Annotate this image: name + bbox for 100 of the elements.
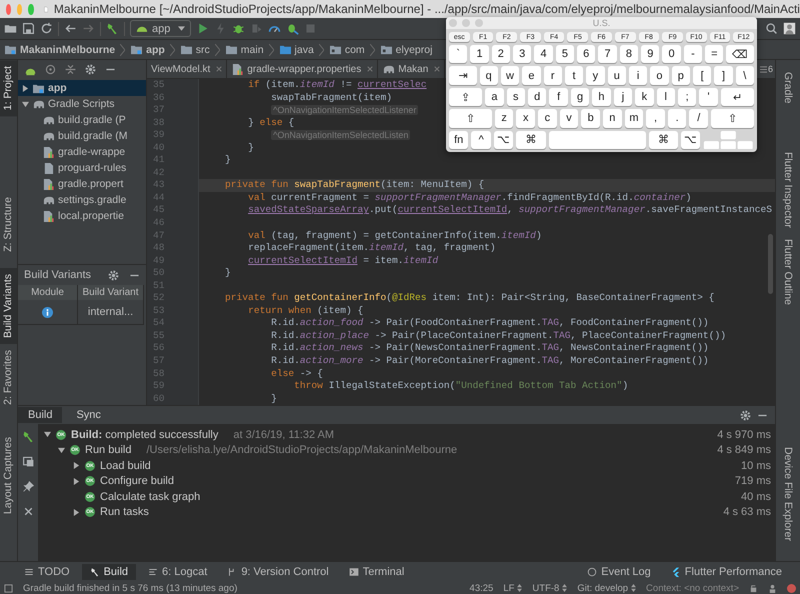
collapse-arrow-icon[interactable] [22,100,29,108]
keyboard-key[interactable]: 7 [598,45,617,64]
expand-arrow-icon[interactable] [73,462,80,470]
editor-tab[interactable]: Makan [378,60,446,78]
keyboard-key[interactable]: ] [714,66,733,85]
collapse-arrow-icon[interactable] [58,446,65,454]
build-step[interactable]: Run build [85,444,132,456]
breadcrumb[interactable]: main [240,44,264,56]
keyboard-key[interactable]: s [506,88,526,106]
collapse-arrow-icon[interactable] [44,431,51,438]
pin-icon[interactable] [22,480,34,493]
tree-row[interactable]: gradle.propert [18,176,146,192]
keyboard-key[interactable]: [ [692,66,712,85]
keyboard-key[interactable]: ⌘ [516,130,546,150]
tree-row[interactable]: build.gradle (M [18,128,146,144]
collapse-all-icon[interactable] [64,62,77,76]
keyboard-key[interactable]: q [480,66,498,85]
build-step[interactable]: Build: completed successfully [71,428,218,441]
keyboard-key[interactable]: 0 [662,45,681,64]
build-step[interactable]: Run tasks [100,506,149,518]
tool-window-tab[interactable]: 1: Project [0,60,17,116]
keyboard-key[interactable]: ⌫ [726,45,754,64]
keyboard-key[interactable]: \ [736,66,754,85]
keyboard-key[interactable]: 1 [470,45,489,64]
breadcrumb[interactable]: elyeproj [396,44,432,56]
keyboard-key[interactable]: d [528,88,546,106]
keyboard-key[interactable]: g [570,88,590,106]
tool-window-tab[interactable]: Device File Explorer [780,441,796,548]
branch-dropdown[interactable]: Git: develop [577,582,636,594]
tool-window-tab[interactable]: Layout Captures [0,431,17,520]
inspector-icon[interactable] [768,584,777,592]
breadcrumb[interactable]: java [294,44,314,56]
keyboard-key[interactable]: ⌥ [680,130,700,150]
tree-item[interactable]: settings.gradle [58,194,126,206]
keyboard-key[interactable]: 2 [492,45,510,64]
settings-icon[interactable] [84,62,97,76]
expand-arrow-icon[interactable] [22,84,29,92]
panel-tab[interactable]: Build [18,407,62,423]
tool-window-tab[interactable]: 2: Favorites [0,344,17,412]
close-button[interactable] [6,4,12,14]
tree-row[interactable]: build.gradle (P [18,112,146,128]
expand-arrow-icon[interactable] [73,478,80,485]
close-icon[interactable] [434,66,440,72]
panel-toggle-icon[interactable] [4,584,13,592]
breadcrumb[interactable]: MakaninMelbourne [20,44,116,56]
keyboard-key[interactable]: 9 [641,45,660,64]
tree-row[interactable]: proguard-rules [18,160,146,176]
keyboard-key[interactable]: e [522,66,541,85]
keyboard-key[interactable]: ; [678,88,696,106]
keyboard-key[interactable]: c [538,109,557,128]
keyboard-key[interactable]: z [494,109,514,128]
bug-icon[interactable] [286,22,300,35]
keyboard-key[interactable]: ' [699,88,718,106]
tab-count[interactable]: 6 [768,64,773,74]
breadcrumb[interactable]: com [344,44,365,56]
build-step[interactable]: Configure build [100,475,174,488]
tree-row[interactable]: settings.gradle [18,192,146,208]
keyboard-key[interactable]: 6 [577,45,596,64]
keyboard-key[interactable]: / [689,109,708,128]
keyboard-key[interactable]: w [500,66,520,85]
tool-window-button[interactable]: 9: Version Control [219,564,337,580]
tool-window-tab[interactable]: Build Variants [0,268,17,344]
target-icon[interactable] [44,62,57,76]
keyboard-key[interactable]: n [602,109,622,128]
tree-row[interactable]: gradle-wrappe [18,144,146,160]
keyboard-key[interactable]: ⌥ [494,130,514,150]
close-icon[interactable] [367,66,374,72]
scrollbar[interactable] [768,234,773,294]
keyboard-key[interactable]: - [684,45,702,64]
keyboard-key[interactable]: f [549,88,568,106]
breadcrumb[interactable]: src [196,44,210,56]
tree-item[interactable]: gradle-wrappe [58,146,126,158]
tool-window-tab[interactable]: Gradle [780,66,796,110]
keyboard-key[interactable]: fn [449,130,468,150]
lock-icon[interactable] [749,584,758,592]
tool-window-button[interactable]: Flutter Performance [662,564,790,580]
keyboard-key[interactable]: , [646,109,665,128]
back-arrow-icon[interactable] [64,22,77,35]
error-icon[interactable] [787,584,796,592]
keyboard-key[interactable]: ⇪ [449,88,482,106]
tool-window-button[interactable]: 6: Logcat [140,564,216,580]
table-cell[interactable]: internal... [78,300,144,325]
tool-window-button[interactable]: Event Log [579,564,659,580]
keyboard-key[interactable]: ⇧ [711,109,754,128]
tool-window-button[interactable]: Build [82,564,136,580]
build-step[interactable]: Calculate task graph [100,490,200,503]
keyboard-key[interactable]: y [586,66,605,85]
keyboard-key[interactable]: l [656,88,675,106]
tree-item[interactable]: gradle.propert [58,178,124,190]
tree-item[interactable]: build.gradle (M [58,130,128,142]
keyboard-key[interactable]: i [628,66,648,85]
search-icon[interactable] [765,22,778,35]
tree-row[interactable]: Gradle Scripts [18,96,146,112]
keyboard-key[interactable]: u [608,66,626,85]
tree-item[interactable]: local.propertie [58,210,124,222]
keyboard-key[interactable]: 8 [620,45,638,64]
tree-item[interactable]: Gradle Scripts [48,98,115,110]
settings-icon[interactable] [739,408,752,422]
keyboard-key[interactable]: x [516,109,536,128]
list-icon[interactable] [760,66,767,72]
